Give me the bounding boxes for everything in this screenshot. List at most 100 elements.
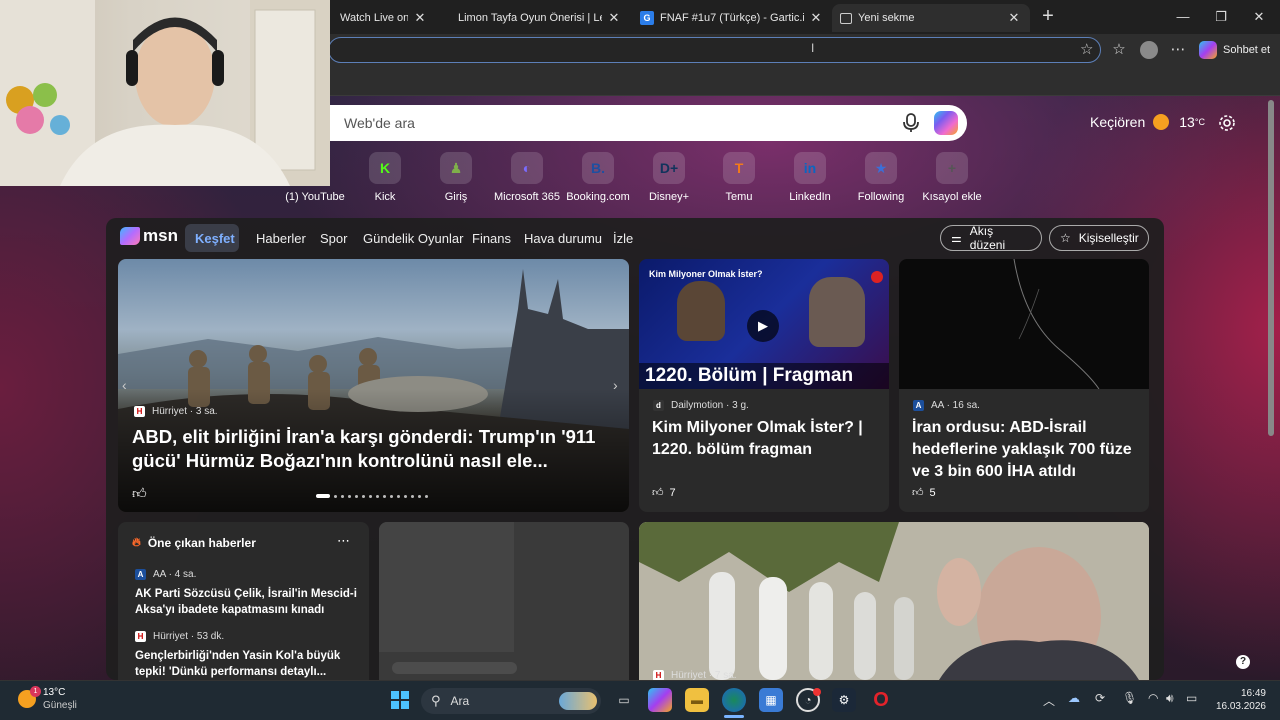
steam-icon[interactable]: ⚙ [832, 688, 856, 712]
card3-like-button[interactable]: 👍︎ 5 [912, 486, 936, 500]
tab-limon[interactable]: Limon Tayfa Oyun Önerisi | Lemonhe ✕ [450, 4, 630, 32]
tab-new-tab[interactable]: Yeni sekme ✕ [832, 4, 1030, 32]
carousel-next-icon[interactable]: › [613, 377, 618, 393]
tab-finans[interactable]: Finans [472, 229, 511, 249]
close-window-button[interactable]: ✕ [1242, 6, 1276, 28]
story1-headline[interactable]: AK Parti Sözcüsü Çelik, İsrail'in Mescid… [135, 586, 360, 618]
card3-headline[interactable]: İran ordusu: ABD-İsrail hedeflerine yakl… [912, 417, 1144, 483]
more-options-icon[interactable]: ⋯ [1165, 38, 1191, 62]
news-card-aa[interactable]: A AA · 16 sa. İran ordusu: ABD-İsrail hed… [899, 259, 1149, 512]
wifi-icon[interactable]: ◠ [1148, 691, 1158, 705]
clock[interactable]: 16:49 16.03.2026 [1210, 687, 1266, 713]
microphone-icon[interactable]: 🎙︎ [1122, 691, 1137, 705]
file-explorer-icon[interactable]: ▬ [685, 688, 709, 712]
close-icon[interactable]: ✕ [1006, 10, 1022, 26]
favorite-star-icon[interactable]: ☆ [1080, 40, 1093, 58]
like-icon[interactable]: 👍︎ [132, 485, 147, 502]
web-search-box[interactable] [330, 105, 967, 141]
clock-date: 16.03.2026 [1215, 701, 1266, 712]
copilot-chat-button[interactable]: Sohbet et [1199, 38, 1275, 62]
hero-news-card[interactable]: ‹ › H Hürriyet · 3 sa. ABD, elit birliğin… [118, 259, 629, 512]
microphone-icon[interactable] [903, 113, 919, 133]
quick-link-label: Kısayol ekle [922, 191, 982, 203]
copilot-search-icon[interactable] [934, 111, 958, 135]
taskbar-weather-widget[interactable]: 1 13°C Güneşli [16, 686, 96, 714]
search-highlight-icon [559, 692, 597, 710]
carousel-prev-icon[interactable]: ‹ [122, 377, 127, 393]
quick-link-1[interactable]: K Kick [350, 152, 420, 203]
close-icon[interactable]: ✕ [606, 10, 622, 26]
favorites-icon[interactable]: ☆ [1106, 38, 1132, 62]
location-label: Keçiören [1090, 114, 1146, 130]
taskbar-search-label: Ara [450, 694, 470, 708]
task-view-icon[interactable]: ▭ [612, 688, 636, 712]
tab-gundelik-oyunlar[interactable]: Gündelik Oyunlar [363, 229, 463, 249]
maximize-button[interactable]: ❐ [1204, 6, 1238, 28]
close-icon[interactable]: ✕ [412, 10, 428, 26]
tab-gartic[interactable]: G FNAF #1u7 (Türkçe) - Gartic.io ✕ [632, 4, 832, 32]
personalize-button[interactable]: ☆ Kişiselleştir [1049, 225, 1149, 251]
cloud-icon[interactable]: ☁ [1068, 691, 1080, 705]
star-edit-icon: ☆ [1060, 231, 1071, 245]
card2-headline[interactable]: Kim Milyoner Olmak İster? | 1220. bölüm … [652, 417, 880, 461]
search-icon: ⚲ [431, 693, 441, 708]
battery-icon[interactable]: ▭ [1186, 691, 1197, 705]
story2-headline[interactable]: Gençlerbirliği'nden Yasin Kol'a büyük te… [135, 648, 360, 680]
tab-title: FNAF #1u7 (Türkçe) - Gartic.io [660, 12, 804, 24]
taskbar-temperature: 13°C [43, 687, 66, 698]
weather-widget[interactable]: Keçiören 13 °C [1090, 114, 1205, 130]
quick-link-7[interactable]: in LinkedIn [775, 152, 845, 203]
feed-layout-label: Akış düzeni [969, 224, 1006, 252]
tab-kick[interactable]: Watch Live on K ✕ [332, 4, 436, 32]
address-bar[interactable]: I ☆ [328, 37, 1101, 63]
copilot-taskbar-icon[interactable] [648, 688, 672, 712]
minimize-button[interactable]: — [1166, 6, 1200, 28]
tab-kesfet[interactable]: Keşfet [195, 229, 235, 249]
kick-icon: K [369, 152, 401, 184]
edge-browser-icon[interactable] [722, 688, 746, 712]
quick-link-8[interactable]: ★ Following [846, 152, 916, 203]
carousel-dots[interactable] [316, 494, 428, 498]
quick-link-3[interactable]: ◐ Microsoft 365 [492, 152, 562, 203]
temu-icon: T [723, 152, 755, 184]
quick-link-6[interactable]: T Temu [704, 152, 774, 203]
help-icon[interactable]: ? [1236, 655, 1250, 669]
tab-haberler[interactable]: Haberler [256, 229, 306, 249]
settings-gear-icon[interactable] [1217, 113, 1237, 133]
new-tab-button[interactable]: + [1037, 6, 1059, 28]
chevron-up-icon[interactable]: ︿ [1043, 692, 1055, 709]
play-icon[interactable]: ▶ [747, 310, 779, 342]
quick-link-label: Following [857, 191, 905, 203]
sun-icon [1153, 114, 1170, 130]
volume-icon[interactable]: 🔊︎ [1166, 691, 1174, 706]
sync-icon[interactable]: ⟳ [1095, 691, 1105, 705]
quick-link-5[interactable]: D+ Disney+ [634, 152, 704, 203]
more-options-icon[interactable]: ⋯ [337, 533, 350, 549]
msn-logo[interactable]: msn [120, 226, 178, 246]
opera-icon[interactable]: O [869, 688, 893, 712]
tab-spor[interactable]: Spor [320, 229, 347, 249]
quick-link-2[interactable]: ♟ Giriş [421, 152, 491, 203]
quick-link-9[interactable]: + Kısayol ekle [917, 152, 987, 203]
close-icon[interactable]: ✕ [808, 10, 824, 26]
cemetery-image [639, 522, 1149, 680]
microsoft-store-icon[interactable]: ▦ [759, 688, 783, 712]
search-input[interactable] [344, 113, 884, 133]
tab-hava-durumu[interactable]: Hava durumu [524, 229, 602, 249]
profile-avatar[interactable] [1136, 38, 1162, 62]
feed-layout-button[interactable]: ⚌ Akış düzeni [940, 224, 1042, 252]
quick-link-4[interactable]: B. Booking.com [563, 152, 633, 203]
story2-source-text: Hürriyet · 53 dk. [153, 631, 225, 642]
page-scrollbar[interactable] [1267, 96, 1275, 680]
card2-like-button[interactable]: 👍︎ 7 [652, 486, 676, 500]
aa-icon: A [913, 400, 924, 411]
tab-izle[interactable]: İzle [613, 229, 633, 249]
hero-headline[interactable]: ABD, elit birliğini İran'a karşı gönderd… [132, 425, 622, 473]
pawn-icon: ♟ [440, 152, 472, 184]
windows-start-icon[interactable] [388, 688, 412, 712]
taskbar-search-box[interactable]: ⚲ Ara [421, 688, 601, 714]
quick-link-label: (1) YouTube [285, 191, 345, 203]
tab-title: Limon Tayfa Oyun Önerisi | Lemonhe [458, 12, 602, 24]
video-news-card[interactable]: Kim Milyoner Olmak İster? ▶ 1220. Bölüm … [639, 259, 889, 512]
bottom-news-card[interactable]: H Hürriyet · 7 sa. [639, 522, 1149, 680]
